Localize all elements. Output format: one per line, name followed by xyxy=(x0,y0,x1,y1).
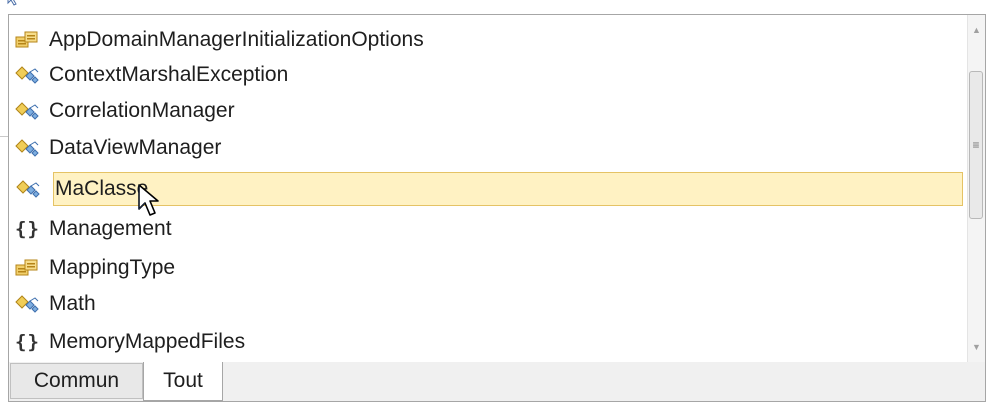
scroll-down-arrow-icon[interactable]: ▼ xyxy=(968,338,985,356)
item-label: ContextMarshalException xyxy=(49,63,289,86)
vertical-scrollbar[interactable]: ▲ ≡ ▼ xyxy=(967,15,985,362)
item-label: CorrelationManager xyxy=(49,99,235,122)
namespace-icon: {} xyxy=(15,331,40,353)
item-label: DataViewManager xyxy=(49,136,222,159)
list-item[interactable]: {} MemoryMappedFiles xyxy=(15,325,963,359)
list-item-selected[interactable]: MaClasse xyxy=(16,172,963,206)
intellisense-popup: AppDomainManagerInitializationOptions Co… xyxy=(8,14,986,363)
enum-icon xyxy=(15,257,45,279)
item-label: MappingType xyxy=(49,256,176,279)
list-item[interactable]: AppDomainManagerInitializationOptions xyxy=(15,23,963,57)
list-item[interactable]: DataViewManager xyxy=(15,131,963,165)
tab-all[interactable]: Tout xyxy=(143,362,223,401)
enum-icon xyxy=(15,29,45,51)
namespace-icon: {} xyxy=(15,218,40,240)
filter-tab-bar: Commun Tout xyxy=(8,362,986,402)
scroll-up-arrow-icon[interactable]: ▲ xyxy=(968,21,985,39)
item-label: AppDomainManagerInitializationOptions xyxy=(49,28,424,51)
class-icon xyxy=(15,293,45,315)
grip-icon: ≡ xyxy=(972,138,980,152)
completion-list[interactable]: AppDomainManagerInitializationOptions Co… xyxy=(9,15,967,362)
class-icon xyxy=(15,100,45,122)
editor-top-strip xyxy=(0,0,987,14)
item-label: Math xyxy=(49,292,96,315)
list-item[interactable]: ContextMarshalException xyxy=(15,58,963,92)
tab-common[interactable]: Commun xyxy=(10,363,143,399)
list-item[interactable]: {} Management xyxy=(15,212,963,246)
class-icon xyxy=(15,137,45,159)
item-label: MaClasse xyxy=(55,177,149,200)
item-label: MemoryMappedFiles xyxy=(49,330,246,353)
list-item[interactable]: Math xyxy=(15,287,963,321)
class-icon xyxy=(16,178,46,200)
list-item[interactable]: CorrelationManager xyxy=(15,94,963,128)
list-item[interactable]: MappingType xyxy=(15,251,963,285)
pointer-icon xyxy=(7,0,17,6)
scrollbar-thumb[interactable]: ≡ xyxy=(969,71,983,219)
class-icon xyxy=(15,64,45,86)
item-label: Management xyxy=(49,217,172,240)
